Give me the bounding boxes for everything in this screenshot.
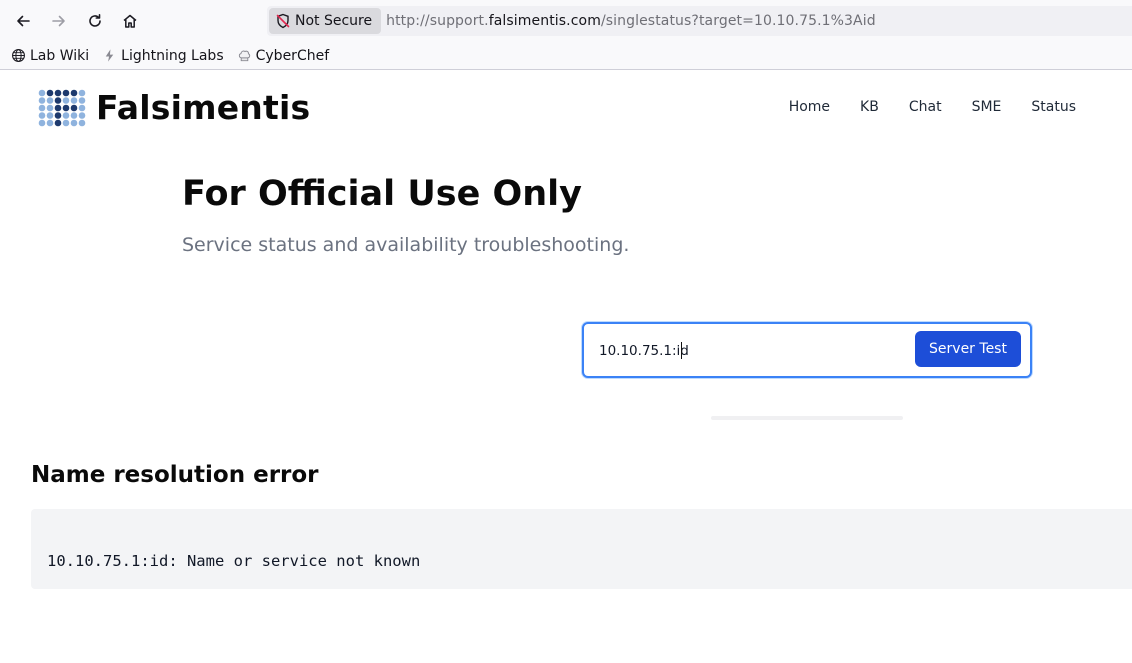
server-test-button[interactable]: Server Test [915,331,1021,367]
arrow-left-icon [17,15,30,27]
brand-logo[interactable]: Falsimentis [38,88,310,127]
security-indicator[interactable]: Not Secure [269,8,382,34]
bookmark-cyberchef[interactable]: CyberChef [237,47,330,64]
nav-home[interactable]: Home [789,99,830,115]
url-text[interactable]: http://support.falsimentis.com/singlesta… [386,13,876,29]
bookmark-lab-wiki[interactable]: Lab Wiki [11,48,89,64]
browser-toolbar: Not Secure http://support.falsimentis.co… [0,0,1132,42]
page-title: For Official Use Only [182,174,582,214]
url-bar[interactable]: Not Secure http://support.falsimentis.co… [267,6,1132,36]
result-heading: Name resolution error [31,462,319,488]
bookmarks-bar: Lab Wiki Lightning Labs CyberChef [0,42,1132,70]
url-path: /singlestatus?target=10.10.75.1%3Aid [600,13,876,29]
home-icon [123,14,137,28]
nav-sme[interactable]: SME [972,99,1002,115]
target-input[interactable] [599,340,899,362]
brand-name: Falsimentis [96,88,311,127]
site-header: Falsimentis Home KB Chat SME Status [0,71,1132,145]
page-subtitle: Service status and availability troubles… [182,234,630,256]
bookmark-lightning-labs[interactable]: Lightning Labs [102,47,224,64]
result-output: 10.10.75.1:id: Name or service not known [47,552,421,570]
bookmark-label: CyberChef [255,47,330,64]
result-output-box: 10.10.75.1:id: Name or service not known [31,509,1132,589]
bookmark-label: Lightning Labs [121,47,224,64]
nav-kb[interactable]: KB [860,99,879,115]
bookmark-label: Lab Wiki [30,47,90,64]
globe-icon [12,49,25,62]
home-button[interactable] [116,7,144,35]
url-prefix: http://support. [386,13,489,29]
chef-hat-icon [238,50,250,62]
back-button[interactable] [9,7,37,35]
forward-button[interactable] [45,7,73,35]
lightning-icon [105,49,114,62]
server-test-form: Server Test [582,322,1032,378]
shield-slash-icon [276,13,290,29]
main-nav: Home KB Chat SME Status [759,99,1076,115]
arrow-right-icon [52,15,65,27]
nav-chat[interactable]: Chat [909,99,942,115]
text-caret [681,342,682,359]
url-host: falsimentis.com [488,13,601,29]
divider [711,416,903,420]
reload-button[interactable] [81,7,109,35]
reload-icon [89,14,101,27]
nav-status[interactable]: Status [1031,99,1076,115]
security-label: Not Secure [295,13,373,29]
falsimentis-logo-icon [38,89,86,126]
